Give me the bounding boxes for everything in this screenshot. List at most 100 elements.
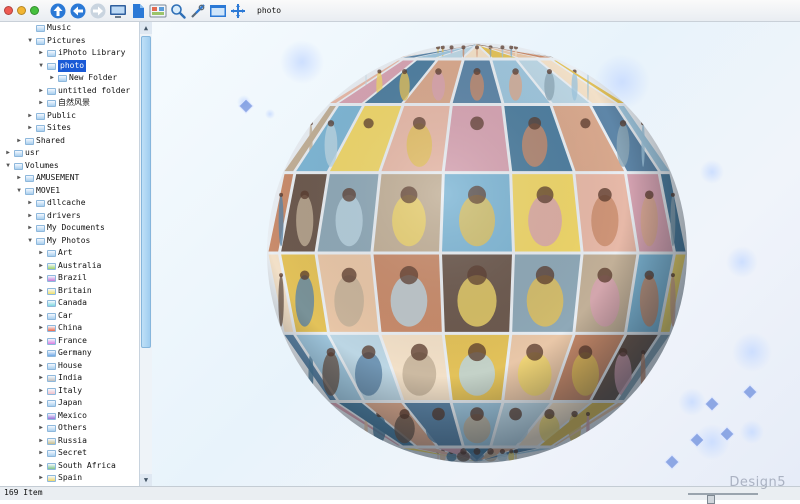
disclosure-collapsed-icon[interactable]: ▶ <box>26 197 34 210</box>
disclosure-collapsed-icon[interactable]: ▶ <box>37 385 45 398</box>
tree-item[interactable]: ▶ Brazil <box>0 272 138 285</box>
window-icon[interactable] <box>209 2 227 20</box>
photo-viewer[interactable] <box>152 22 800 486</box>
disclosure-collapsed-icon[interactable]: ▶ <box>37 397 45 410</box>
tree-item[interactable]: ▶ Australia <box>0 260 138 273</box>
tree-item[interactable]: ▶ iPhoto Library <box>0 47 138 60</box>
back-arrow-icon[interactable] <box>69 2 87 20</box>
expand-icon[interactable] <box>229 2 247 20</box>
disclosure-collapsed-icon[interactable]: ▶ <box>37 47 45 60</box>
disclosure-collapsed-icon[interactable]: ▶ <box>37 347 45 360</box>
tree-item[interactable]: ▶ South Africa <box>0 460 138 473</box>
tree-item[interactable]: ▶ AMUSEMENT <box>0 172 138 185</box>
disclosure-collapsed-icon[interactable]: ▶ <box>37 460 45 473</box>
disclosure-collapsed-icon[interactable]: ▶ <box>15 172 23 185</box>
tree-item-label: Germany <box>58 348 92 357</box>
tree-item[interactable]: ▶ Sites <box>0 122 138 135</box>
tree-item[interactable]: ▶ New Folder <box>0 72 138 85</box>
tree-item[interactable]: ▼ My Photos <box>0 235 138 248</box>
scroll-thumb[interactable] <box>141 36 151 348</box>
scroll-up-icon[interactable]: ▲ <box>140 22 152 34</box>
tree-item[interactable]: ▶ Public <box>0 110 138 123</box>
tree-item[interactable]: ▶ My Documents <box>0 222 138 235</box>
tree-item[interactable]: ▶ House <box>0 360 138 373</box>
disclosure-collapsed-icon[interactable]: ▶ <box>37 335 45 348</box>
minimize-control[interactable] <box>17 6 26 15</box>
disclosure-collapsed-icon[interactable]: ▶ <box>37 85 45 98</box>
disclosure-collapsed-icon[interactable]: ▶ <box>48 72 56 85</box>
tree-item[interactable]: ▶ Canada <box>0 297 138 310</box>
disclosure-collapsed-icon[interactable]: ▶ <box>37 285 45 298</box>
tree-item[interactable]: ▶ Spain <box>0 472 138 485</box>
disclosure-expanded-icon[interactable]: ▼ <box>26 35 34 48</box>
tree-item-label: China <box>58 323 83 332</box>
tree-item[interactable]: Music <box>0 22 138 35</box>
tree-item[interactable]: ▼ photo <box>0 59 138 73</box>
disclosure-collapsed-icon[interactable]: ▶ <box>26 222 34 235</box>
tree-item[interactable]: ▶ Secret <box>0 447 138 460</box>
disclosure-collapsed-icon[interactable]: ▶ <box>37 310 45 323</box>
up-arrow-icon[interactable] <box>49 2 67 20</box>
disclosure-expanded-icon[interactable]: ▼ <box>15 185 23 198</box>
disclosure-collapsed-icon[interactable]: ▶ <box>37 272 45 285</box>
disclosure-collapsed-icon[interactable]: ▶ <box>37 435 45 448</box>
disclosure-collapsed-icon[interactable]: ▶ <box>37 297 45 310</box>
disclosure-collapsed-icon[interactable]: ▶ <box>37 422 45 435</box>
tree-item[interactable]: ▶ Japan <box>0 397 138 410</box>
scroll-down-icon[interactable]: ▼ <box>140 474 152 486</box>
disclosure-collapsed-icon[interactable]: ▶ <box>15 135 23 148</box>
tree-item[interactable]: ▶ untitled folder <box>0 85 138 98</box>
tree-item[interactable]: ▶ Germany <box>0 347 138 360</box>
tree-item[interactable]: ▶ India <box>0 372 138 385</box>
magnifier-icon[interactable] <box>169 2 187 20</box>
tree-item[interactable]: ▶ Shared <box>0 135 138 148</box>
tools-icon[interactable] <box>189 2 207 20</box>
tree-item[interactable]: ▶ Others <box>0 422 138 435</box>
tree-item-label: Pictures <box>47 35 86 45</box>
bokeh-light <box>700 160 724 184</box>
tree-item[interactable]: ▼ MOVE1 <box>0 185 138 198</box>
disclosure-collapsed-icon[interactable]: ▶ <box>37 97 45 110</box>
disclosure-collapsed-icon[interactable]: ▶ <box>26 122 34 135</box>
tree-item[interactable]: ▶ dllcache <box>0 197 138 210</box>
zoom-slider[interactable] <box>688 493 758 504</box>
tree-item-label: dllcache <box>47 198 86 207</box>
folder-icon <box>36 125 45 132</box>
disclosure-collapsed-icon[interactable]: ▶ <box>37 260 45 273</box>
document-view-icon[interactable] <box>129 2 147 20</box>
forward-arrow-icon[interactable] <box>89 2 107 20</box>
tree-item[interactable]: ▶ Britain <box>0 285 138 298</box>
photo-sphere[interactable] <box>152 22 800 486</box>
tree-item[interactable]: ▶ Mexico <box>0 410 138 423</box>
disclosure-collapsed-icon[interactable]: ▶ <box>37 247 45 260</box>
tree-item[interactable]: ▶ drivers <box>0 210 138 223</box>
tree-item[interactable]: ▶ usr <box>0 147 138 160</box>
disclosure-expanded-icon[interactable]: ▼ <box>37 60 45 73</box>
disclosure-collapsed-icon[interactable]: ▶ <box>37 322 45 335</box>
disclosure-collapsed-icon[interactable]: ▶ <box>26 110 34 123</box>
folder-icon <box>47 300 56 307</box>
disclosure-expanded-icon[interactable]: ▼ <box>26 235 34 248</box>
tree-item[interactable]: ▶ Car <box>0 310 138 323</box>
tree-item[interactable]: ▶ Italy <box>0 385 138 398</box>
tree-item[interactable]: ▶ China <box>0 322 138 335</box>
disclosure-collapsed-icon[interactable]: ▶ <box>37 410 45 423</box>
disclosure-collapsed-icon[interactable]: ▶ <box>37 360 45 373</box>
tree-item[interactable]: ▶ Russia <box>0 435 138 448</box>
close-control[interactable] <box>4 6 13 15</box>
slideshow-icon[interactable] <box>149 2 167 20</box>
disclosure-expanded-icon[interactable]: ▼ <box>4 160 12 173</box>
monitor-view-icon[interactable] <box>109 2 127 20</box>
tree-item[interactable]: ▼ Volumes <box>0 160 138 173</box>
disclosure-collapsed-icon[interactable]: ▶ <box>4 147 12 160</box>
disclosure-collapsed-icon[interactable]: ▶ <box>37 472 45 485</box>
tree-scrollbar[interactable]: ▲ ▼ <box>139 22 152 486</box>
tree-item[interactable]: ▶ France <box>0 335 138 348</box>
tree-item[interactable]: ▶ Art <box>0 247 138 260</box>
disclosure-collapsed-icon[interactable]: ▶ <box>26 210 34 223</box>
zoom-control[interactable] <box>30 6 39 15</box>
tree-item[interactable]: ▶ 自然风景 <box>0 97 138 110</box>
disclosure-collapsed-icon[interactable]: ▶ <box>37 447 45 460</box>
disclosure-collapsed-icon[interactable]: ▶ <box>37 372 45 385</box>
tree-item[interactable]: ▼ Pictures <box>0 35 138 48</box>
